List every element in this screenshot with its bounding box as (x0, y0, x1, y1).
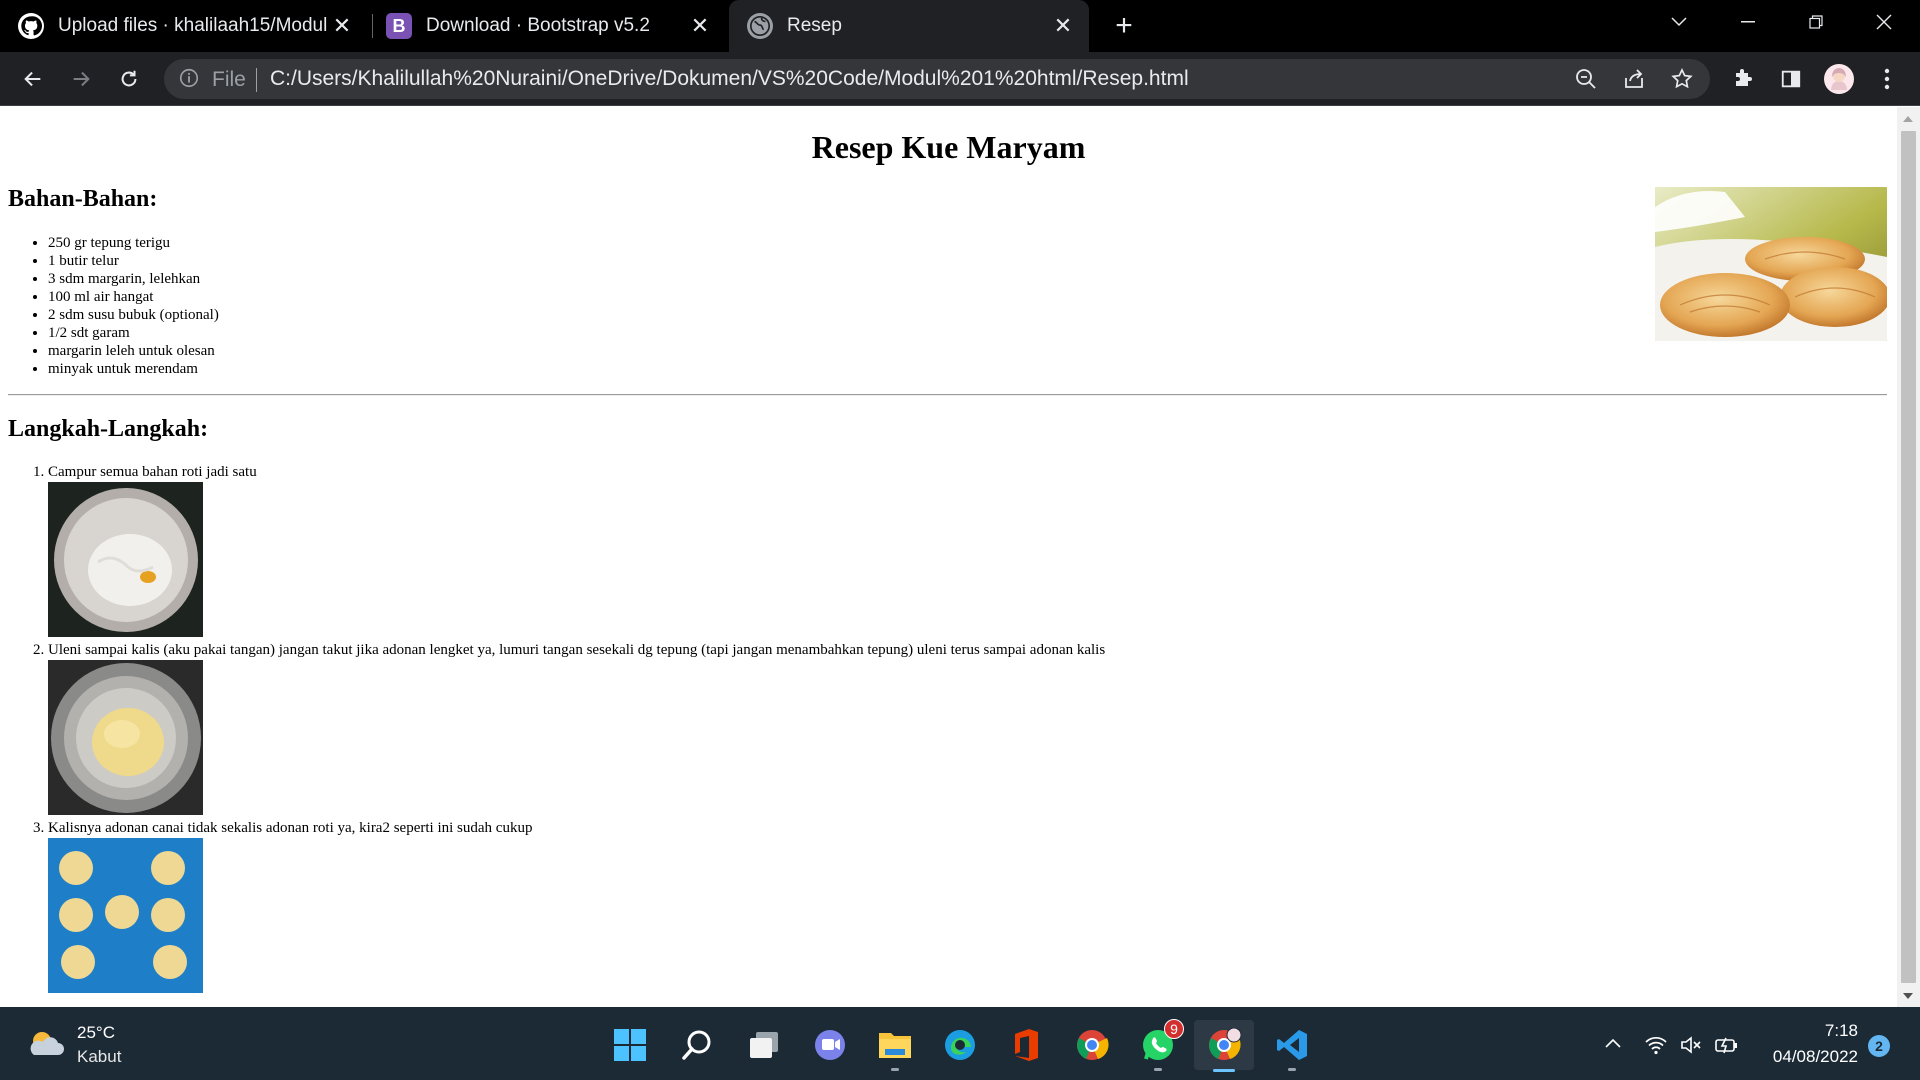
scrollbar-thumb[interactable] (1901, 131, 1916, 983)
search-icon[interactable] (677, 1025, 717, 1065)
ingredient-item: 2 sdm susu bubuk (optional) (48, 306, 219, 324)
chevron-up-icon[interactable] (1602, 1033, 1626, 1057)
tab-bootstrap[interactable]: B Download · Bootstrap v5.2 ✕ (386, 0, 726, 52)
edge-icon[interactable] (940, 1025, 980, 1065)
url-scheme-label: File (212, 68, 246, 91)
ingredients-list: 250 gr tepung terigu 1 butir telur 3 sdm… (48, 234, 219, 378)
bookmark-star-icon[interactable] (1670, 67, 1694, 91)
globe-icon (747, 13, 773, 39)
ingredient-item: 100 ml air hangat (48, 288, 219, 306)
running-indicator (891, 1068, 899, 1071)
start-icon[interactable] (610, 1025, 650, 1065)
share-icon[interactable] (1622, 67, 1646, 91)
office-icon[interactable] (1006, 1025, 1046, 1065)
notification-count-badge[interactable]: 2 (1868, 1035, 1890, 1057)
ingredient-item: minyak untuk merendam (48, 360, 219, 378)
ingredient-item: 1/2 sdt garam (48, 324, 219, 342)
ingredient-item: 3 sdm margarin, lelehkan (48, 270, 219, 288)
weather-temperature[interactable]: 25°C (77, 1023, 115, 1043)
chrome-menu-icon[interactable] (1870, 62, 1904, 96)
weather-description[interactable]: Kabut (77, 1047, 121, 1067)
clock-time[interactable]: 7:18 (1825, 1021, 1858, 1041)
scroll-down-icon[interactable] (1903, 993, 1913, 999)
forward-icon[interactable] (64, 62, 98, 96)
steps-list: Campur semua bahan roti jadi satu Uleni … (48, 463, 1105, 997)
side-panel-icon[interactable] (1774, 62, 1808, 96)
url-text[interactable]: C:/Users/Khalilullah%20Nuraini/OneDrive/… (270, 67, 1189, 91)
ingredients-heading: Bahan-Bahan: (8, 186, 158, 212)
bootstrap-icon: B (386, 13, 412, 39)
omnibox-separator (256, 68, 257, 92)
tab-title: Upload files · khalilaah15/Modul1 (58, 15, 328, 36)
tab-title: Download · Bootstrap v5.2 (426, 15, 650, 36)
teams-chat-icon[interactable] (810, 1025, 850, 1065)
close-tab-icon[interactable]: ✕ (688, 13, 712, 38)
close-window-icon[interactable] (1850, 0, 1918, 44)
info-icon[interactable] (178, 67, 202, 91)
speaker-muted-icon[interactable] (1679, 1033, 1703, 1057)
scroll-up-icon[interactable] (1903, 116, 1913, 122)
step-1-photo (48, 482, 203, 637)
reload-icon[interactable] (112, 62, 146, 96)
whatsapp-icon[interactable]: 9 (1138, 1019, 1184, 1071)
kue-maryam-photo (1655, 187, 1887, 341)
tab-strip: Upload files · khalilaah15/Modul1 ✕ B Do… (0, 0, 1920, 52)
step-text: Uleni sampai kalis (aku pakai tangan) ja… (48, 642, 1106, 658)
extensions-icon[interactable] (1726, 62, 1760, 96)
page-title: Resep Kue Maryam (811, 129, 1086, 165)
ingredient-item: 250 gr tepung terigu (48, 234, 219, 252)
close-tab-icon[interactable]: ✕ (1051, 13, 1075, 38)
back-icon[interactable] (16, 62, 50, 96)
vscode-icon[interactable] (1272, 1025, 1312, 1071)
running-indicator (1288, 1068, 1296, 1071)
battery-charging-icon[interactable] (1714, 1033, 1738, 1057)
address-bar[interactable]: File C:/Users/Khalilullah%20Nuraini/OneD… (164, 59, 1710, 99)
tab-title: Resep (787, 15, 842, 36)
whatsapp-unread-badge: 9 (1164, 1019, 1184, 1039)
github-icon (18, 13, 44, 39)
zoom-out-icon[interactable] (1574, 67, 1598, 91)
clock-date[interactable]: 04/08/2022 (1773, 1047, 1858, 1067)
step-text: Campur semua bahan roti jadi satu (48, 464, 257, 480)
page-scrollbar[interactable] (1897, 107, 1920, 1007)
wifi-icon[interactable] (1644, 1033, 1668, 1057)
web-page: Resep Kue Maryam Bahan-Bahan: 250 gr tep… (0, 107, 1897, 1007)
restore-icon[interactable] (1782, 0, 1850, 44)
chrome-profile-icon[interactable] (1194, 1020, 1254, 1072)
step-2-photo (48, 660, 203, 815)
running-indicator (1154, 1068, 1162, 1071)
ingredient-item: margarin leleh untuk olesan (48, 342, 219, 360)
step-item: Kalisnya adonan canai tidak sekalis adon… (48, 819, 1105, 993)
task-view-icon[interactable] (744, 1025, 784, 1065)
chrome-icon[interactable] (1072, 1025, 1112, 1065)
file-explorer-icon[interactable] (875, 1025, 915, 1071)
step-text: Kalisnya adonan canai tidak sekalis adon… (48, 820, 533, 836)
ingredient-item: 1 butir telur (48, 252, 219, 270)
weather-icon[interactable] (28, 1029, 66, 1059)
steps-heading: Langkah-Langkah: (8, 416, 209, 442)
horizontal-rule (8, 394, 1887, 396)
windows-taskbar: 25°C Kabut 9 7:18 04/08/2022 2 (0, 1007, 1920, 1080)
step-3-photo (48, 838, 203, 993)
profile-avatar[interactable] (1822, 62, 1856, 96)
step-item: Uleni sampai kalis (aku pakai tangan) ja… (48, 641, 1105, 815)
new-tab-button[interactable]: + (1108, 9, 1140, 42)
minimize-icon[interactable] (1714, 0, 1782, 44)
browser-toolbar: File C:/Users/Khalilullah%20Nuraini/OneD… (0, 52, 1920, 106)
tab-separator (372, 14, 373, 38)
tab-github[interactable]: Upload files · khalilaah15/Modul1 ✕ (18, 0, 368, 52)
tab-resep[interactable]: Resep ✕ (729, 0, 1089, 52)
active-indicator (1213, 1069, 1235, 1072)
close-tab-icon[interactable]: ✕ (330, 13, 354, 38)
tab-search-icon[interactable] (1645, 0, 1713, 44)
step-item: Campur semua bahan roti jadi satu (48, 463, 1105, 637)
